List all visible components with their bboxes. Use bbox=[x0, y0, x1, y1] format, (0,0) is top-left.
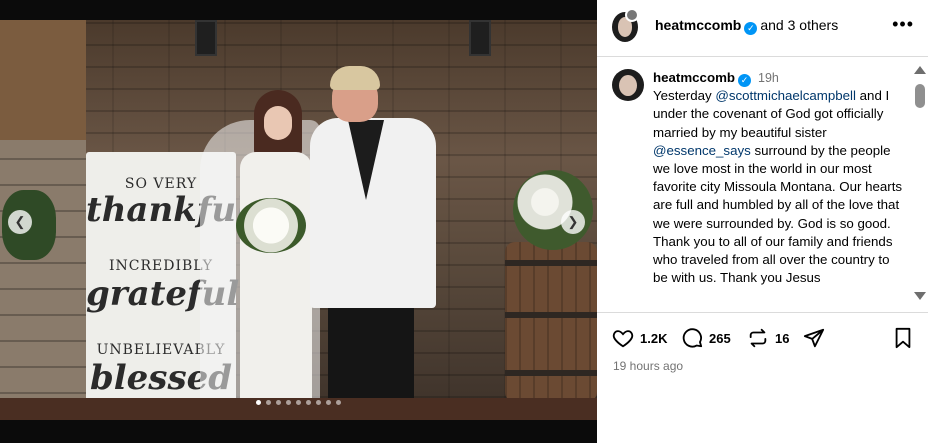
repost-icon bbox=[749, 328, 767, 348]
carousel-dot[interactable] bbox=[326, 400, 331, 405]
repost-button[interactable]: 16 bbox=[747, 327, 789, 349]
carousel-dot[interactable] bbox=[336, 400, 341, 405]
post-header: heatmccomb ✓ and 3 others ••• bbox=[597, 0, 928, 57]
heart-icon bbox=[612, 330, 634, 348]
wedding-photo[interactable]: SO VERY thankful INCREDIBLY grateful UNB… bbox=[0, 20, 597, 420]
verified-badge-icon: ✓ bbox=[744, 22, 758, 35]
share-button[interactable] bbox=[803, 327, 825, 349]
bouquet bbox=[236, 198, 306, 253]
post-actions: 1.2K 265 16 19 hours ago bbox=[597, 312, 928, 443]
carousel-prev-button[interactable]: ❮ bbox=[8, 210, 32, 234]
more-options-button[interactable]: ••• bbox=[892, 14, 914, 35]
flower-arrangement bbox=[513, 170, 593, 250]
avatar[interactable] bbox=[612, 69, 644, 101]
wall-lamp bbox=[469, 20, 491, 56]
post-media: SO VERY thankful INCREDIBLY grateful UNB… bbox=[0, 0, 597, 443]
caption-username[interactable]: heatmccomb bbox=[653, 70, 735, 85]
barrel-hoop bbox=[505, 260, 597, 266]
bride-dress bbox=[240, 152, 312, 420]
post-panel: heatmccomb ✓ and 3 others ••• heatmccomb ✓ 1… bbox=[597, 0, 928, 443]
caption-area: heatmccomb ✓ 19h Yesterday @scottmichaelca… bbox=[597, 57, 928, 312]
caption-scrollbar[interactable] bbox=[913, 62, 927, 304]
wood-beam bbox=[0, 20, 86, 150]
username-link[interactable]: heatmccomb bbox=[655, 17, 741, 33]
mention-link[interactable]: @scottmichaelcampbell bbox=[715, 88, 856, 103]
carousel-dot[interactable] bbox=[266, 400, 271, 405]
repost-count: 16 bbox=[775, 330, 790, 346]
wine-barrel bbox=[505, 242, 597, 402]
bride-face bbox=[264, 106, 292, 140]
bride-figure bbox=[236, 90, 316, 420]
carousel-dot[interactable] bbox=[256, 400, 261, 405]
carousel-dot[interactable] bbox=[296, 400, 301, 405]
caption-time[interactable]: 19h bbox=[758, 71, 779, 85]
carousel-dot[interactable] bbox=[316, 400, 321, 405]
like-button[interactable]: 1.2K bbox=[612, 327, 667, 349]
scroll-down-arrow-icon[interactable] bbox=[914, 292, 926, 300]
carousel-dot[interactable] bbox=[276, 400, 281, 405]
send-icon bbox=[803, 328, 825, 348]
post-timestamp[interactable]: 19 hours ago bbox=[613, 359, 683, 373]
wall-lamp bbox=[195, 20, 217, 56]
collaborators-link[interactable]: and 3 others bbox=[760, 17, 838, 33]
carousel-dots bbox=[256, 400, 341, 405]
barrel-hoop bbox=[505, 312, 597, 318]
caption-part: surround by the people we love most in t… bbox=[653, 142, 903, 286]
scroll-up-arrow-icon[interactable] bbox=[914, 66, 926, 74]
groom-figure bbox=[310, 66, 440, 420]
bookmark-icon bbox=[895, 327, 911, 349]
stone-pillar bbox=[0, 140, 86, 420]
verified-badge-icon: ✓ bbox=[738, 74, 752, 87]
comment-button[interactable]: 265 bbox=[681, 327, 731, 349]
comment-count: 265 bbox=[709, 330, 731, 346]
save-button[interactable] bbox=[892, 327, 914, 349]
author-line: heatmccomb ✓ and 3 others bbox=[655, 17, 838, 35]
comment-icon bbox=[682, 328, 703, 348]
barrel-hoop bbox=[505, 370, 597, 376]
carousel-next-button[interactable]: ❯ bbox=[561, 210, 585, 234]
collaborator-avatar[interactable] bbox=[625, 8, 639, 22]
caption-part: Yesterday bbox=[653, 88, 716, 104]
carousel-dot[interactable] bbox=[286, 400, 291, 405]
scroll-thumb[interactable] bbox=[915, 84, 925, 108]
mention-link[interactable]: @essence_says bbox=[653, 143, 751, 158]
caption-text: heatmccomb ✓ 19h Yesterday @scottmichaelca… bbox=[653, 69, 907, 287]
groom-hair bbox=[330, 66, 380, 90]
like-count: 1.2K bbox=[640, 330, 668, 346]
carousel-dot[interactable] bbox=[306, 400, 311, 405]
